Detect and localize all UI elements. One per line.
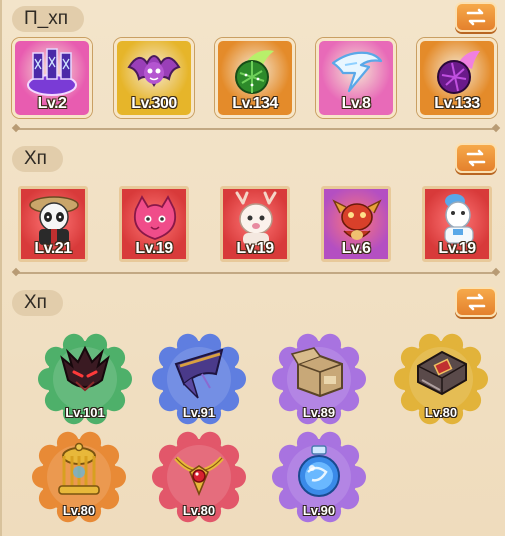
- skill-card[interactable]: Lv.300: [114, 38, 194, 118]
- section-divider: [16, 272, 496, 274]
- swap-arrows-icon: [466, 149, 486, 167]
- swap-arrows-icon: [466, 8, 486, 26]
- gear-level: Lv.91: [182, 405, 216, 420]
- cactus-orb-icon: [226, 45, 284, 99]
- demon-helmet-icon: [56, 344, 114, 402]
- pink-slime-cat-icon: [128, 191, 182, 247]
- skill-card[interactable]: Lv.2: [12, 38, 92, 118]
- crystal-orb-icon: [290, 442, 348, 500]
- pet-level: Lv.6: [341, 240, 371, 257]
- section-title-skills: П_хп: [12, 6, 85, 32]
- pet-card[interactable]: Lv.19: [422, 186, 492, 262]
- skill-level: Lv.8: [341, 95, 371, 112]
- skill-card[interactable]: Lv.133: [417, 38, 497, 118]
- dark-orb-icon: [428, 45, 486, 99]
- gear-item[interactable]: Lv.80: [152, 430, 246, 524]
- skill-level: Lv.300: [131, 95, 177, 112]
- cardboard-box-icon: [290, 344, 348, 402]
- pet-card[interactable]: Lv.19: [220, 186, 290, 262]
- pet-level: Lv.19: [236, 240, 274, 257]
- gear-level: Lv.89: [302, 405, 336, 420]
- pet-card[interactable]: Lv.6: [321, 186, 391, 262]
- golden-cage-icon: [50, 442, 108, 500]
- gear-level: Lv.90: [302, 503, 336, 518]
- section-title-gear: Хп: [12, 290, 63, 316]
- equipment-panel: П_хп Lv.2 Lv.300 Lv.134 Lv.8 Lv.133 Хп Lv.21…: [0, 0, 505, 536]
- pet-level: Lv.19: [438, 240, 476, 257]
- ruby-necklace-icon: [170, 442, 228, 500]
- gear-item[interactable]: Lv.91: [152, 332, 246, 426]
- red-dragon-icon: [330, 191, 384, 247]
- pet-level: Lv.21: [34, 240, 72, 257]
- gear-item[interactable]: Lv.80: [394, 332, 488, 426]
- gear-level: Lv.80: [182, 503, 216, 518]
- gear-level: Lv.101: [65, 405, 105, 420]
- white-deer-icon: [229, 191, 283, 247]
- gear-item[interactable]: Lv.90: [272, 430, 366, 524]
- swap-arrows-icon: [466, 293, 486, 311]
- swap-button-skills[interactable]: [455, 2, 497, 32]
- gear-item[interactable]: Lv.80: [32, 430, 126, 524]
- gear-item[interactable]: Lv.101: [38, 332, 132, 426]
- pet-card[interactable]: Lv.21: [18, 186, 88, 262]
- section-title-pets: Хп: [12, 146, 63, 172]
- skill-card[interactable]: Lv.8: [316, 38, 396, 118]
- pet-card[interactable]: Lv.19: [119, 186, 189, 262]
- section-divider: [16, 128, 496, 130]
- bat-icon: [125, 45, 183, 99]
- rune-gate-icon: [23, 45, 81, 99]
- panda-samurai-icon: [27, 191, 81, 247]
- swap-button-gear[interactable]: [455, 287, 497, 317]
- spellbook-icon: [412, 344, 470, 402]
- swap-button-pets[interactable]: [455, 143, 497, 173]
- gear-item[interactable]: Lv.89: [272, 332, 366, 426]
- alpaca-icon: [431, 191, 485, 247]
- skill-level: Lv.133: [434, 95, 480, 112]
- gear-level: Lv.80: [62, 503, 96, 518]
- skill-level: Lv.2: [37, 95, 67, 112]
- skill-card[interactable]: Lv.134: [215, 38, 295, 118]
- pet-level: Lv.19: [135, 240, 173, 257]
- skill-level: Lv.134: [232, 95, 278, 112]
- lightning-bolt-icon: [327, 45, 385, 99]
- witch-hat-icon: [170, 344, 228, 402]
- gear-level: Lv.80: [424, 405, 458, 420]
